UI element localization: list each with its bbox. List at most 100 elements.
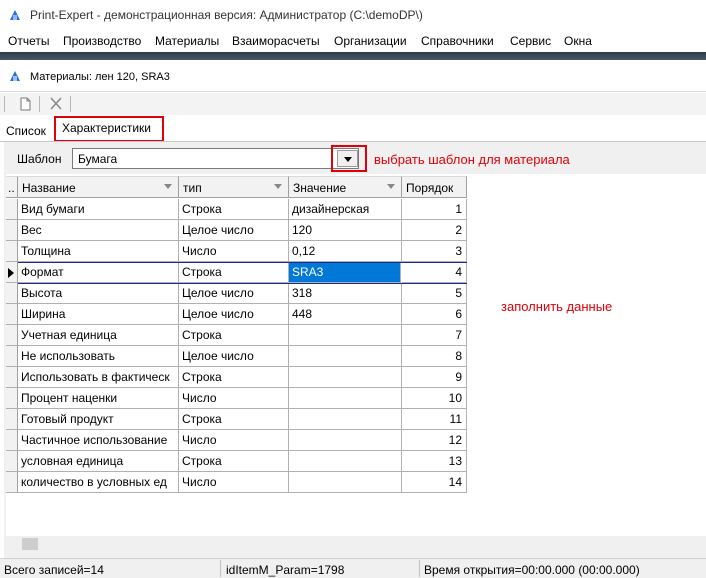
cell-type[interactable]: Строка — [179, 199, 289, 220]
cell-value[interactable]: дизайнерская — [289, 199, 402, 220]
current-row-arrow-icon — [8, 268, 14, 278]
cell-order[interactable]: 14 — [402, 472, 467, 493]
row-indicator[interactable] — [6, 199, 18, 220]
status-param-id: idItemM_Param=1798 — [226, 563, 345, 577]
cell-value[interactable] — [289, 430, 402, 451]
cell-type[interactable]: Число — [179, 472, 289, 493]
template-label: Шаблон — [17, 152, 62, 166]
menu-directories[interactable]: Справочники — [421, 34, 494, 48]
row-indicator[interactable] — [6, 367, 18, 388]
cell-name[interactable]: Частичное использование — [18, 430, 179, 451]
row-indicator[interactable] — [6, 283, 18, 304]
col-header-type[interactable]: тип — [179, 176, 289, 198]
cell-value[interactable] — [289, 388, 402, 409]
new-document-icon[interactable] — [16, 96, 34, 112]
cell-order[interactable]: 13 — [402, 451, 467, 472]
row-indicator[interactable] — [6, 409, 18, 430]
row-indicator[interactable] — [6, 241, 18, 262]
cell-value[interactable] — [289, 472, 402, 493]
cell-order[interactable]: 11 — [402, 409, 467, 430]
menu-organizations[interactable]: Организации — [334, 34, 407, 48]
menu-service[interactable]: Сервис — [510, 34, 551, 48]
menu-windows[interactable]: Окна — [564, 34, 592, 48]
cell-order[interactable]: 4 — [402, 262, 467, 283]
row-indicator[interactable] — [6, 304, 18, 325]
cell-type[interactable]: Строка — [179, 367, 289, 388]
cell-type[interactable]: Целое число — [179, 304, 289, 325]
cell-type[interactable]: Строка — [179, 451, 289, 472]
cell-order[interactable]: 6 — [402, 304, 467, 325]
cell-type[interactable]: Целое число — [179, 220, 289, 241]
cell-name[interactable]: Формат — [18, 262, 179, 283]
current-row-border — [18, 262, 467, 263]
cell-value[interactable]: 0,12 — [289, 241, 402, 262]
status-separator — [419, 560, 420, 577]
cell-value[interactable] — [289, 325, 402, 346]
col-header-name[interactable]: Название — [18, 176, 179, 198]
cell-value[interactable]: SRA3 — [289, 262, 401, 283]
cell-name[interactable]: Использовать в фактическ — [18, 367, 179, 388]
cell-value[interactable]: 318 — [289, 283, 402, 304]
cell-value[interactable] — [289, 409, 402, 430]
cell-name[interactable]: условная единица — [18, 451, 179, 472]
cell-order[interactable]: 12 — [402, 430, 467, 451]
cell-type[interactable]: Строка — [179, 325, 289, 346]
cell-type[interactable]: Целое число — [179, 346, 289, 367]
cell-order[interactable]: 7 — [402, 325, 467, 346]
row-indicator[interactable] — [6, 220, 18, 241]
cell-type[interactable]: Число — [179, 241, 289, 262]
menu-settlements[interactable]: Взаиморасчеты — [232, 34, 320, 48]
cell-name[interactable]: Не использовать — [18, 346, 179, 367]
cell-order[interactable]: 10 — [402, 388, 467, 409]
delete-icon[interactable] — [47, 96, 65, 112]
cell-value[interactable] — [289, 451, 402, 472]
tab-list[interactable]: Список — [6, 124, 46, 138]
col-header-order[interactable]: Порядок — [402, 176, 467, 198]
cell-order[interactable]: 8 — [402, 346, 467, 367]
cell-name[interactable]: Учетная единица — [18, 325, 179, 346]
cell-name[interactable]: Толщина — [18, 241, 179, 262]
toolbar — [0, 93, 706, 115]
scrollbar-thumb[interactable] — [22, 538, 38, 550]
row-indicator[interactable] — [6, 472, 18, 493]
cell-order[interactable]: 9 — [402, 367, 467, 388]
row-indicator[interactable] — [6, 430, 18, 451]
materials-icon — [10, 71, 20, 81]
mdi-background-strip — [0, 52, 706, 60]
hint-fill-data: заполнить данные — [501, 299, 613, 314]
row-indicator[interactable] — [6, 388, 18, 409]
cell-name[interactable]: Вид бумаги — [18, 199, 179, 220]
cell-name[interactable]: Высота — [18, 283, 179, 304]
cell-name[interactable]: Готовый продукт — [18, 409, 179, 430]
cell-type[interactable]: Строка — [179, 262, 289, 283]
cell-value[interactable]: 120 — [289, 220, 402, 241]
col-header-value[interactable]: Значение — [289, 176, 402, 198]
cell-type[interactable]: Число — [179, 430, 289, 451]
cell-type[interactable]: Целое число — [179, 283, 289, 304]
cell-name[interactable]: Ширина — [18, 304, 179, 325]
window-title: Print-Expert - демонстрационная версия: … — [30, 8, 423, 22]
cell-value[interactable]: 448 — [289, 304, 402, 325]
menu-materials[interactable]: Материалы — [155, 34, 219, 48]
row-indicator[interactable] — [6, 325, 18, 346]
grid-corner[interactable]: .. — [6, 176, 18, 198]
cell-order[interactable]: 5 — [402, 283, 467, 304]
tab-characteristics-label: Характеристики — [62, 121, 151, 135]
cell-type[interactable]: Строка — [179, 409, 289, 430]
menu-reports[interactable]: Отчеты — [8, 34, 49, 48]
cell-name[interactable]: Процент наценки — [18, 388, 179, 409]
toolbar-separator — [70, 96, 71, 112]
cell-order[interactable]: 1 — [402, 199, 467, 220]
cell-order[interactable]: 2 — [402, 220, 467, 241]
menu-production[interactable]: Производство — [63, 34, 141, 48]
row-indicator[interactable] — [6, 451, 18, 472]
row-indicator[interactable] — [6, 346, 18, 367]
cell-name[interactable]: количество в условных ед — [18, 472, 179, 493]
horizontal-scrollbar[interactable] — [6, 536, 706, 552]
cell-order[interactable]: 3 — [402, 241, 467, 262]
cell-value[interactable] — [289, 367, 402, 388]
toolbar-separator — [4, 96, 5, 112]
cell-value[interactable] — [289, 346, 402, 367]
cell-name[interactable]: Вес — [18, 220, 179, 241]
cell-type[interactable]: Число — [179, 388, 289, 409]
